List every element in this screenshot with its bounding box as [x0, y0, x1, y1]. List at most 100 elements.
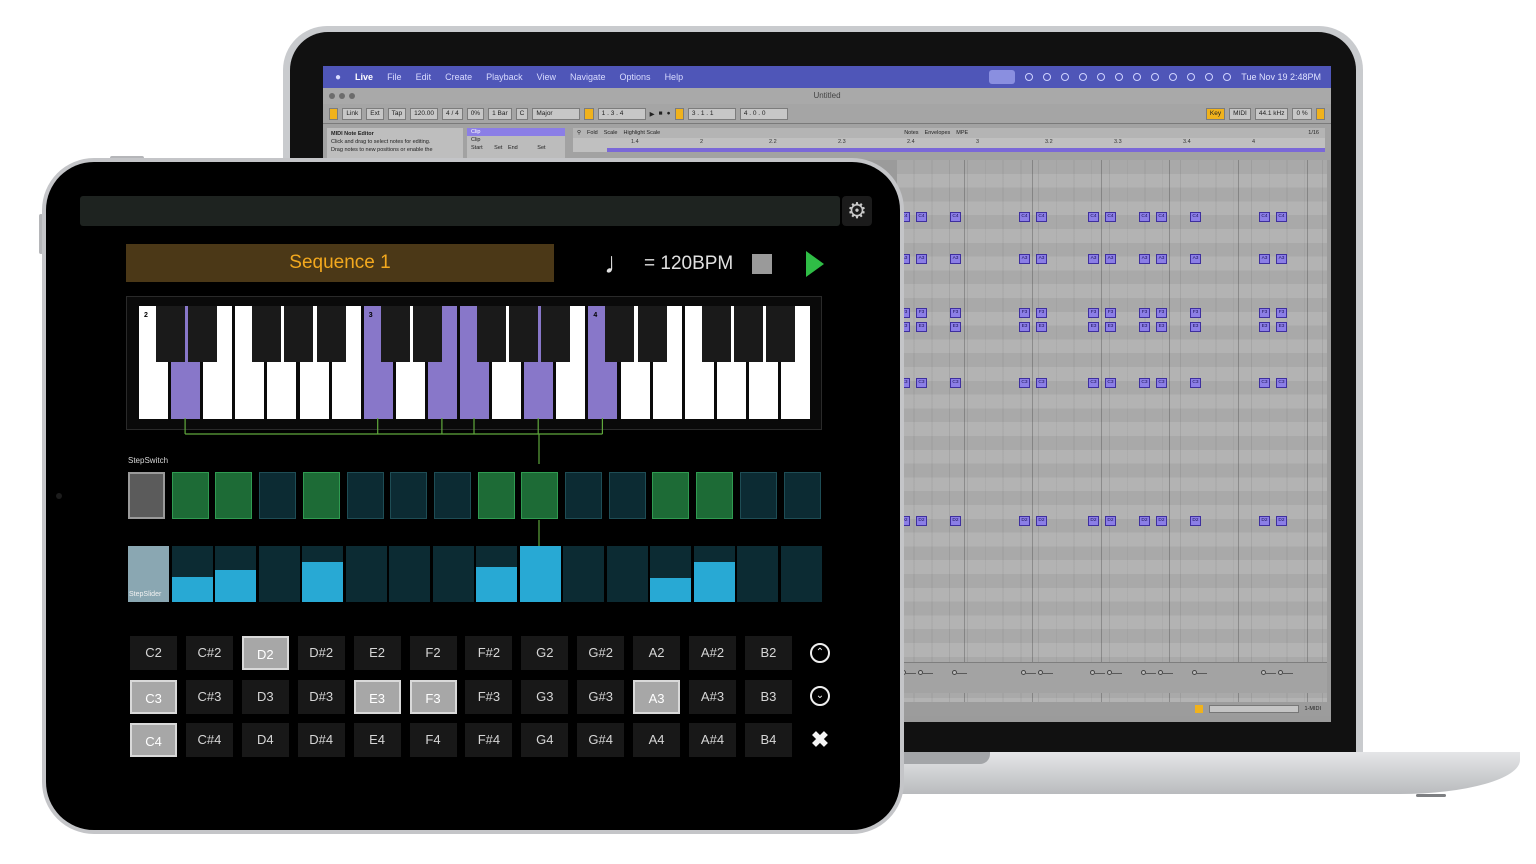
note-button[interactable]: A#2 — [689, 636, 736, 670]
midi-map-button[interactable]: MIDI — [1229, 107, 1251, 120]
note-button[interactable]: A#4 — [689, 723, 736, 757]
midi-note[interactable]: C4 — [1088, 212, 1099, 222]
menu-create[interactable]: Create — [445, 72, 472, 82]
midi-note[interactable]: C3 — [1259, 378, 1270, 388]
battery-icon[interactable] — [1151, 73, 1160, 81]
song-position-field[interactable]: 1 . 3 . 4 — [597, 107, 646, 120]
piano-black-key[interactable] — [380, 306, 410, 362]
midi-note[interactable]: D2 — [1139, 516, 1150, 526]
note-button[interactable]: E3 — [353, 680, 401, 714]
midi-note[interactable]: F3 — [1088, 308, 1099, 318]
step-slider[interactable] — [693, 546, 735, 602]
midi-note[interactable]: C4 — [1276, 212, 1287, 222]
window-minimize-button[interactable] — [339, 93, 345, 99]
menu-help[interactable]: Help — [665, 72, 684, 82]
quantize-menu[interactable]: 1 Bar — [488, 107, 512, 120]
midi-note[interactable]: C3 — [1036, 378, 1047, 388]
midi-note[interactable]: C4 — [1036, 212, 1047, 222]
window-close-button[interactable] — [329, 93, 335, 99]
midi-note[interactable]: E3 — [1276, 322, 1287, 332]
midi-note[interactable]: C3 — [1139, 378, 1150, 388]
step-switch[interactable] — [171, 472, 209, 519]
chevron-up-icon[interactable]: ⌃ — [810, 643, 830, 663]
follow-button[interactable] — [584, 107, 594, 120]
note-button[interactable]: E4 — [353, 723, 401, 757]
status-icon[interactable] — [1043, 73, 1052, 81]
note-button[interactable]: F3 — [409, 680, 457, 714]
play-status-icon[interactable] — [1133, 73, 1142, 81]
step-slider[interactable] — [606, 546, 648, 602]
midi-note[interactable]: D2 — [950, 516, 961, 526]
step-slider[interactable] — [302, 546, 343, 602]
note-button[interactable]: G#2 — [577, 636, 625, 670]
piano-black-key[interactable] — [733, 306, 763, 362]
midi-note[interactable]: D2 — [1156, 516, 1167, 526]
tempo-field[interactable]: 120.00 — [410, 107, 439, 120]
status-icon[interactable] — [1079, 73, 1088, 81]
note-button[interactable]: C4 — [130, 723, 177, 757]
midi-note[interactable]: C4 — [1019, 212, 1030, 222]
midi-note[interactable]: F3 — [1259, 308, 1270, 318]
midi-note[interactable]: C4 — [1190, 212, 1201, 222]
note-button[interactable]: A2 — [633, 636, 681, 670]
note-button[interactable]: A4 — [633, 723, 681, 757]
midi-note[interactable]: F3 — [1019, 308, 1030, 318]
piano-black-key[interactable] — [701, 306, 731, 362]
piano-black-key[interactable] — [188, 306, 218, 362]
note-button[interactable]: D2 — [241, 636, 289, 670]
step-switch[interactable] — [433, 472, 471, 519]
step-slider[interactable] — [345, 546, 387, 602]
midi-note[interactable]: F3 — [950, 308, 961, 318]
piano-black-key[interactable] — [284, 306, 314, 362]
step-slider[interactable] — [171, 546, 213, 602]
step-switch[interactable] — [259, 472, 297, 519]
note-button[interactable]: C3 — [130, 680, 177, 714]
midi-note[interactable]: E3 — [916, 322, 927, 332]
menu-app-name[interactable]: Live — [355, 72, 373, 82]
loop-start-field[interactable]: 3 . 1 . 1 — [687, 107, 736, 120]
scale-menu[interactable]: Major — [532, 107, 581, 120]
note-button[interactable]: G4 — [521, 723, 569, 757]
step-switch[interactable] — [696, 472, 734, 519]
fold-button[interactable]: Fold — [587, 130, 598, 136]
note-button[interactable]: C#3 — [185, 680, 233, 714]
close-icon[interactable]: ✖ — [810, 729, 830, 751]
note-button[interactable]: F2 — [409, 636, 457, 670]
midi-note[interactable]: C3 — [950, 378, 961, 388]
midi-note[interactable]: D2 — [1105, 516, 1116, 526]
step-slider[interactable] — [389, 546, 430, 602]
piano-black-key[interactable] — [765, 306, 795, 362]
wifi-icon[interactable] — [1169, 73, 1178, 81]
step-slider[interactable] — [215, 546, 256, 602]
transport-stop-icon[interactable]: ■ — [659, 110, 663, 117]
view-toggle-button[interactable] — [1315, 107, 1325, 120]
note-button[interactable]: F#2 — [465, 636, 513, 670]
note-button[interactable]: F#4 — [465, 723, 513, 757]
tab-notes[interactable]: Notes — [904, 130, 918, 136]
piano-black-key[interactable] — [477, 306, 506, 362]
note-button[interactable]: D3 — [241, 680, 289, 714]
tab-mpe[interactable]: MPE — [956, 130, 968, 136]
step-switch[interactable] — [521, 472, 559, 519]
midi-note[interactable]: C3 — [1088, 378, 1099, 388]
note-button[interactable]: B4 — [744, 723, 792, 757]
midi-note[interactable]: C4 — [916, 212, 927, 222]
midi-note[interactable]: C3 — [1019, 378, 1030, 388]
midi-note[interactable]: D2 — [1088, 516, 1099, 526]
sequence-name[interactable]: Sequence 1 — [126, 244, 554, 282]
midi-note[interactable]: A3 — [916, 254, 927, 264]
step-switch[interactable] — [346, 472, 384, 519]
midi-note[interactable]: E3 — [950, 322, 961, 332]
menu-file[interactable]: File — [387, 72, 402, 82]
transport-record-icon[interactable]: ● — [667, 110, 671, 117]
midi-note[interactable]: C4 — [1139, 212, 1150, 222]
midi-note[interactable]: E3 — [1190, 322, 1201, 332]
note-button[interactable]: D#2 — [297, 636, 345, 670]
signature-field[interactable]: 4 / 4 — [442, 107, 463, 120]
chevron-down-icon[interactable]: ⌄ — [810, 686, 830, 706]
midi-note[interactable]: C3 — [1276, 378, 1287, 388]
midi-note[interactable]: C4 — [1259, 212, 1270, 222]
note-button[interactable]: F#3 — [465, 680, 513, 714]
step-switch[interactable] — [608, 472, 646, 519]
note-button[interactable]: C#2 — [185, 636, 233, 670]
